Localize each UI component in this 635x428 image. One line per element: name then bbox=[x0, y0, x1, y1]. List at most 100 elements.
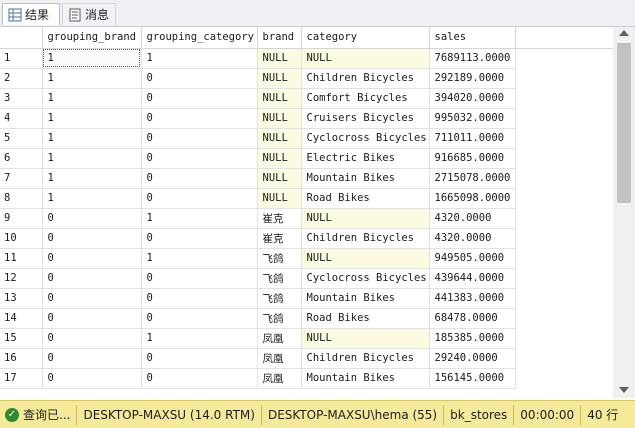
cell-gc[interactable]: 0 bbox=[141, 268, 258, 289]
cell-sales[interactable]: 4320.0000 bbox=[429, 208, 516, 229]
cell-gc[interactable]: 1 bbox=[141, 208, 258, 229]
row-number-cell[interactable]: 12 bbox=[0, 268, 43, 289]
table-row[interactable]: 1 1 1 NULL NULL 7689113.0000 bbox=[0, 48, 613, 69]
tab-results[interactable]: 结果 bbox=[2, 3, 60, 25]
cell-gb[interactable]: 1 bbox=[42, 88, 142, 109]
cell-sales[interactable]: 2715078.0000 bbox=[429, 168, 516, 189]
table-row[interactable]: 7 1 0 NULL Mountain Bikes 2715078.0000 bbox=[0, 168, 613, 189]
table-row[interactable]: 9 0 1 崔克 NULL 4320.0000 bbox=[0, 208, 613, 229]
cell-category[interactable]: Comfort Bicycles bbox=[301, 88, 430, 109]
cell-gb[interactable]: 0 bbox=[42, 228, 142, 249]
cell-brand[interactable]: 凤凰 bbox=[257, 348, 302, 369]
cell-brand[interactable]: NULL bbox=[257, 168, 302, 189]
cell-category[interactable]: Children Bicycles bbox=[301, 68, 430, 89]
cell-sales[interactable]: 949505.0000 bbox=[429, 248, 516, 269]
cell-gb[interactable]: 0 bbox=[42, 268, 142, 289]
cell-gc[interactable]: 0 bbox=[141, 148, 258, 169]
table-row[interactable]: 13 0 0 飞鸽 Mountain Bikes 441383.0000 bbox=[0, 288, 613, 309]
cell-brand[interactable]: NULL bbox=[257, 128, 302, 149]
table-row[interactable]: 6 1 0 NULL Electric Bikes 916685.0000 bbox=[0, 148, 613, 169]
cell-sales[interactable]: 995032.0000 bbox=[429, 108, 516, 129]
cell-sales[interactable]: 1665098.0000 bbox=[429, 188, 516, 209]
cell-brand[interactable]: NULL bbox=[257, 108, 302, 129]
cell-category[interactable]: Road Bikes bbox=[301, 308, 430, 329]
row-number-cell[interactable]: 3 bbox=[0, 88, 43, 109]
results-grid[interactable]: grouping_brand grouping_category brand c… bbox=[0, 27, 613, 398]
cell-brand[interactable]: 飞鸽 bbox=[257, 248, 302, 269]
cell-brand[interactable]: 飞鸽 bbox=[257, 268, 302, 289]
cell-sales[interactable]: 711011.0000 bbox=[429, 128, 516, 149]
cell-category[interactable]: Cyclocross Bicycles bbox=[301, 268, 430, 289]
cell-sales[interactable]: 185385.0000 bbox=[429, 328, 516, 349]
row-number-cell[interactable]: 8 bbox=[0, 188, 43, 209]
cell-gb[interactable]: 0 bbox=[42, 348, 142, 369]
cell-category[interactable]: Mountain Bikes bbox=[301, 288, 430, 309]
cell-gc[interactable]: 0 bbox=[141, 348, 258, 369]
cell-category[interactable]: Children Bicycles bbox=[301, 348, 430, 369]
cell-gb[interactable]: 1 bbox=[42, 168, 142, 189]
row-number-cell[interactable]: 1 bbox=[0, 48, 43, 69]
column-header-category[interactable]: category bbox=[301, 27, 430, 49]
cell-sales[interactable]: 4320.0000 bbox=[429, 228, 516, 249]
cell-gb[interactable]: 0 bbox=[42, 368, 142, 389]
cell-brand[interactable]: 飞鸽 bbox=[257, 288, 302, 309]
row-number-cell[interactable]: 5 bbox=[0, 128, 43, 149]
cell-sales[interactable]: 156145.0000 bbox=[429, 368, 516, 389]
table-row[interactable]: 12 0 0 飞鸽 Cyclocross Bicycles 439644.0000 bbox=[0, 268, 613, 289]
cell-gc[interactable]: 0 bbox=[141, 168, 258, 189]
row-number-cell[interactable]: 2 bbox=[0, 68, 43, 89]
cell-category[interactable]: Electric Bikes bbox=[301, 148, 430, 169]
cell-gc[interactable]: 0 bbox=[141, 128, 258, 149]
cell-category[interactable]: Road Bikes bbox=[301, 188, 430, 209]
column-header-grouping-category[interactable]: grouping_category bbox=[141, 27, 258, 49]
row-number-cell[interactable]: 16 bbox=[0, 348, 43, 369]
cell-gc[interactable]: 1 bbox=[141, 248, 258, 269]
column-header-brand[interactable]: brand bbox=[257, 27, 302, 49]
table-row[interactable]: 10 0 0 崔克 Children Bicycles 4320.0000 bbox=[0, 228, 613, 249]
row-number-cell[interactable]: 17 bbox=[0, 368, 43, 389]
vertical-scrollbar[interactable] bbox=[613, 27, 635, 398]
cell-gb[interactable]: 0 bbox=[42, 208, 142, 229]
tab-messages[interactable]: 消息 bbox=[62, 3, 116, 25]
cell-gb[interactable]: 0 bbox=[42, 248, 142, 269]
row-number-cell[interactable]: 13 bbox=[0, 288, 43, 309]
cell-gc[interactable]: 1 bbox=[141, 48, 258, 69]
cell-gc[interactable]: 0 bbox=[141, 368, 258, 389]
cell-gb[interactable]: 1 bbox=[42, 68, 142, 89]
cell-sales[interactable]: 439644.0000 bbox=[429, 268, 516, 289]
cell-gb[interactable]: 0 bbox=[42, 288, 142, 309]
cell-gb[interactable]: 0 bbox=[42, 328, 142, 349]
row-number-cell[interactable]: 10 bbox=[0, 228, 43, 249]
cell-brand[interactable]: 飞鸽 bbox=[257, 308, 302, 329]
cell-brand[interactable]: NULL bbox=[257, 148, 302, 169]
cell-category[interactable]: Cyclocross Bicycles bbox=[301, 128, 430, 149]
column-header-grouping-brand[interactable]: grouping_brand bbox=[42, 27, 142, 49]
cell-sales[interactable]: 394020.0000 bbox=[429, 88, 516, 109]
cell-sales[interactable]: 441383.0000 bbox=[429, 288, 516, 309]
scroll-down-arrow-icon[interactable] bbox=[619, 387, 629, 393]
cell-gb[interactable]: 1 bbox=[42, 108, 142, 129]
row-number-cell[interactable]: 11 bbox=[0, 248, 43, 269]
table-row[interactable]: 15 0 1 凤凰 NULL 185385.0000 bbox=[0, 328, 613, 349]
cell-category[interactable]: NULL bbox=[301, 48, 430, 69]
cell-category[interactable]: NULL bbox=[301, 248, 430, 269]
cell-category[interactable]: Mountain Bikes bbox=[301, 368, 430, 389]
cell-brand[interactable]: 崔克 bbox=[257, 208, 302, 229]
cell-sales[interactable]: 68478.0000 bbox=[429, 308, 516, 329]
cell-sales[interactable]: 916685.0000 bbox=[429, 148, 516, 169]
row-number-cell[interactable]: 7 bbox=[0, 168, 43, 189]
scroll-up-arrow-icon[interactable] bbox=[619, 30, 629, 36]
cell-category[interactable]: NULL bbox=[301, 208, 430, 229]
cell-category[interactable]: Cruisers Bicycles bbox=[301, 108, 430, 129]
scrollbar-thumb[interactable] bbox=[617, 43, 631, 203]
cell-brand[interactable]: 凤凰 bbox=[257, 328, 302, 349]
table-row[interactable]: 14 0 0 飞鸽 Road Bikes 68478.0000 bbox=[0, 308, 613, 329]
cell-gc[interactable]: 0 bbox=[141, 228, 258, 249]
cell-brand[interactable]: NULL bbox=[257, 88, 302, 109]
column-header-sales[interactable]: sales bbox=[429, 27, 516, 49]
cell-category[interactable]: Children Bicycles bbox=[301, 228, 430, 249]
table-row[interactable]: 17 0 0 凤凰 Mountain Bikes 156145.0000 bbox=[0, 368, 613, 389]
cell-brand[interactable]: NULL bbox=[257, 188, 302, 209]
cell-gc[interactable]: 0 bbox=[141, 308, 258, 329]
table-row[interactable]: 2 1 0 NULL Children Bicycles 292189.0000 bbox=[0, 68, 613, 89]
